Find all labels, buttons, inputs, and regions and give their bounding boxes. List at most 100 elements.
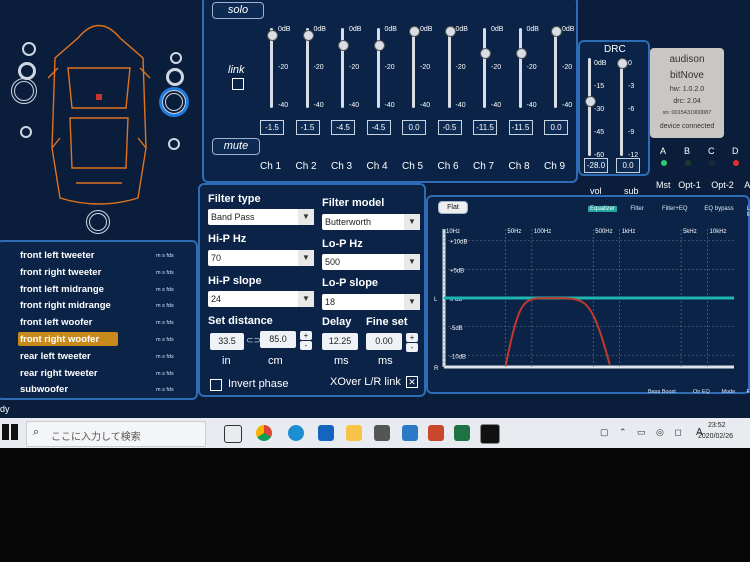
fine-set-stepper-down[interactable]: - — [406, 343, 418, 352]
task-view-icon[interactable] — [224, 425, 242, 443]
mode-button[interactable]: Opt-1 — [678, 180, 701, 190]
channel-tags[interactable]: m s fds — [156, 371, 174, 377]
channel-item[interactable]: front left tweeter — [20, 250, 94, 261]
mute-button[interactable]: mute — [212, 138, 260, 155]
graph-footer-item[interactable]: Bass Boost — [648, 389, 676, 395]
eq-value-box[interactable]: -11.5 — [473, 120, 497, 135]
channel-tags[interactable]: m s fds — [156, 337, 174, 343]
graph-tab[interactable]: Equalizer — [588, 206, 618, 212]
subwoofer-icon[interactable] — [86, 210, 110, 234]
chrome-icon[interactable] — [256, 425, 272, 441]
channel-tags[interactable]: m s fds — [156, 287, 174, 293]
eq-slider-track[interactable] — [554, 28, 557, 108]
fine-set-input[interactable]: 0.00 — [366, 333, 402, 350]
speaker-icon[interactable] — [22, 42, 36, 56]
flat-button[interactable]: Flat — [438, 201, 468, 214]
eq-slider-knob[interactable] — [515, 48, 527, 59]
eq-slider-knob[interactable] — [267, 29, 278, 41]
speaker-icon[interactable] — [170, 52, 182, 64]
channel-tags[interactable]: m s fds — [156, 354, 174, 360]
mode-button[interactable]: Aux — [744, 180, 750, 190]
drc-sub-slider[interactable] — [620, 58, 623, 156]
eq-slider-knob[interactable] — [480, 48, 491, 59]
eq-value-box[interactable]: 0.0 — [544, 120, 568, 135]
speaker-icon-selected[interactable] — [162, 90, 186, 114]
eq-slider-knob[interactable] — [444, 26, 456, 38]
solo-button[interactable]: solo — [212, 2, 264, 19]
channel-tags[interactable]: m s fds — [156, 387, 174, 393]
powerpoint-icon[interactable] — [428, 425, 444, 441]
xover-link-checkbox[interactable]: ✕ — [406, 376, 418, 388]
filter-model-dropdown[interactable]: Butterworth ▼ — [322, 214, 420, 230]
eq-value-box[interactable]: -0.5 — [437, 120, 462, 135]
file-explorer-icon[interactable] — [346, 425, 362, 441]
eq-slider-knob[interactable] — [409, 25, 420, 37]
graph-footer-item[interactable]: Mode — [722, 389, 736, 395]
distance-in-input[interactable]: 33.5 — [210, 333, 244, 350]
db-label: +5dB — [450, 268, 464, 274]
distance-stepper-down[interactable]: - — [300, 341, 312, 350]
speaker-icon[interactable] — [166, 68, 184, 86]
eq-value-box[interactable]: 0.0 — [402, 120, 426, 135]
mode-button[interactable]: Mst — [656, 180, 671, 190]
channel-item[interactable]: front right midrange — [20, 300, 111, 311]
invert-phase-checkbox[interactable] — [210, 379, 222, 391]
windows-start-icon[interactable] — [2, 424, 18, 440]
speaker-icon[interactable] — [168, 138, 180, 150]
channel-item[interactable]: rear left tweeter — [20, 351, 91, 362]
channel-tags[interactable]: m s fds — [156, 270, 174, 276]
fine-set-stepper-up[interactable]: + — [406, 333, 418, 342]
link-checkbox[interactable] — [232, 78, 244, 90]
graph-tab[interactable]: Filter+EQ — [662, 206, 688, 212]
taskbar-search-placeholder: ここに入力して検索 — [51, 432, 141, 443]
eq-slider-knob[interactable] — [551, 25, 562, 37]
eq-slider-knob[interactable] — [373, 40, 385, 51]
eq-value-box[interactable]: -11.5 — [508, 120, 533, 135]
drc-vol-value[interactable]: -28.0 — [584, 158, 608, 173]
graph-tab[interactable]: Filter — [630, 206, 643, 212]
eq-value-box[interactable]: -1.5 — [260, 120, 284, 135]
speaker-icon[interactable] — [11, 78, 37, 104]
distance-stepper-up[interactable]: + — [300, 331, 312, 340]
speaker-icon[interactable] — [20, 126, 32, 138]
filter-type-dropdown[interactable]: Band Pass ▼ — [208, 209, 314, 225]
eq-value-box[interactable]: -4.5 — [366, 120, 391, 135]
channel-item[interactable]: rear right tweeter — [20, 368, 98, 379]
graph-footer-item[interactable]: On EQ — [693, 389, 710, 395]
channel-tags[interactable]: m s fds — [156, 253, 174, 259]
hip-slope-dropdown[interactable]: 24 ▼ — [208, 291, 314, 307]
mail-icon[interactable] — [318, 425, 334, 441]
eq-value-box[interactable]: -4.5 — [331, 120, 355, 135]
drc-vol-slider[interactable] — [588, 58, 591, 156]
excel-icon[interactable] — [454, 425, 470, 441]
eq-slider-track[interactable] — [518, 28, 522, 108]
eq-value-box[interactable]: -1.5 — [295, 120, 320, 135]
channel-tags[interactable]: m s fds — [156, 303, 174, 309]
channel-item[interactable]: front right tweeter — [20, 267, 101, 278]
eq-slider-track[interactable] — [412, 28, 415, 108]
eq-slider-knob[interactable] — [338, 40, 349, 51]
distance-cm-input[interactable]: 85.0 — [260, 331, 296, 348]
drc-sub-value[interactable]: 0.0 — [616, 158, 640, 173]
drc-sub-knob[interactable] — [617, 58, 628, 69]
hip-hz-dropdown[interactable]: 70 ▼ — [208, 250, 314, 266]
store-icon[interactable] — [374, 425, 390, 441]
channel-item[interactable]: front left midrange — [20, 284, 104, 295]
eq-slider-track[interactable] — [483, 28, 486, 108]
channel-item[interactable]: subwoofer — [20, 384, 68, 395]
app-icon[interactable] — [402, 425, 418, 441]
graph-tab[interactable]: EQ bypass — [704, 206, 733, 212]
lop-hz-dropdown[interactable]: 500 ▼ — [322, 254, 420, 270]
channel-tags[interactable]: m s fds — [156, 320, 174, 326]
lop-slope-dropdown[interactable]: 18 ▼ — [322, 294, 420, 310]
delay-input[interactable]: 12.25 — [322, 333, 358, 350]
db-label: +10dB — [450, 240, 468, 246]
channel-item[interactable]: front right woofer — [20, 334, 99, 345]
eq-slider-knob[interactable] — [302, 29, 314, 41]
bitnove-icon[interactable] — [480, 424, 500, 444]
mode-button[interactable]: Opt-2 — [711, 180, 734, 190]
eq-slider-track[interactable] — [447, 28, 451, 108]
taskbar-search-box[interactable]: ⌕ ここに入力して検索 — [26, 421, 206, 447]
channel-item[interactable]: front left woofer — [20, 317, 92, 328]
edge-icon[interactable] — [288, 425, 304, 441]
